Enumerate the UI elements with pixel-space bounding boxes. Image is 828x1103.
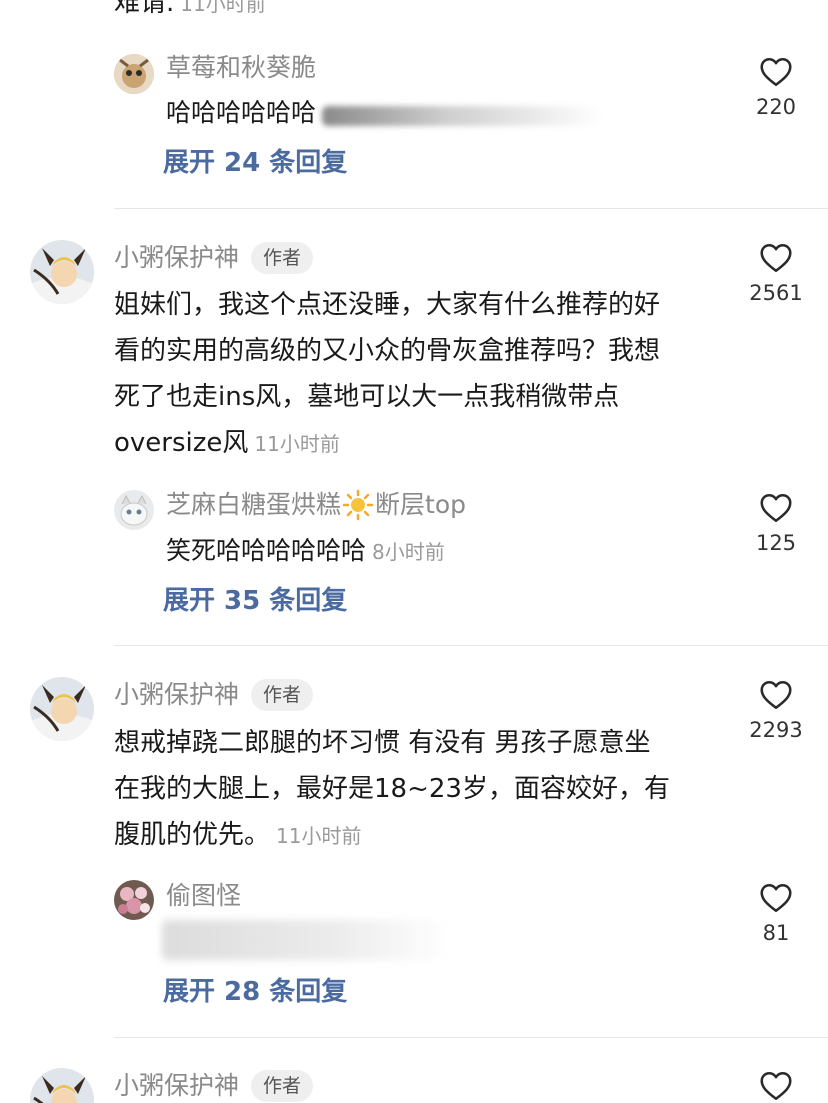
- expand-replies-link[interactable]: 展开 35 条回复: [163, 584, 347, 618]
- comment-username: 小粥保护神 作者: [114, 242, 314, 274]
- author-badge: 作者: [251, 1070, 314, 1102]
- reply-text: 笑死哈哈哈哈哈哈 8小时前: [166, 536, 445, 565]
- reply-username: 芝麻白糖蛋烘糕 断层top: [166, 489, 466, 521]
- expand-replies-link[interactable]: 展开 24 条回复: [163, 146, 347, 180]
- expand-replies-link[interactable]: 展开 28 条回复: [163, 975, 347, 1009]
- comment-text: 姐妹们，我这个点还没睡，大家有什么推荐的好 看的实用的高级的又小众的骨灰盒推荐吗…: [114, 290, 661, 458]
- heart-outline-icon: [758, 240, 794, 276]
- avatar[interactable]: [30, 240, 94, 304]
- avatar[interactable]: [114, 54, 154, 94]
- like-button[interactable]: 2293: [736, 677, 816, 743]
- blurred-image: [162, 920, 452, 960]
- heart-outline-icon: [758, 677, 794, 713]
- author-badge: 作者: [251, 242, 314, 274]
- heart-outline-icon: [758, 490, 794, 526]
- divider: [114, 208, 828, 209]
- reply-avatar-image: [114, 490, 154, 530]
- comment-text-partial: 难请. 11小时前: [114, 0, 266, 18]
- blurred-text: [322, 106, 602, 126]
- avatar[interactable]: [30, 677, 94, 741]
- heart-outline-icon: [758, 54, 794, 90]
- author-badge: 作者: [251, 679, 314, 711]
- author-avatar-image: [30, 677, 94, 741]
- like-button[interactable]: 125: [736, 490, 816, 556]
- like-button[interactable]: [736, 1068, 816, 1103]
- reply-username[interactable]: 偷图怪: [166, 880, 241, 912]
- comment-text: 想戒掉跷二郎腿的坏习惯 有没有 男孩子愿意坐 在我的大腿上，最好是18~23岁，…: [114, 728, 670, 850]
- author-avatar-image: [30, 1068, 94, 1103]
- reply-text: 哈哈哈哈哈哈: [166, 98, 317, 127]
- reply-avatar-image: [114, 880, 154, 920]
- reply-avatar-image: [114, 54, 154, 94]
- avatar[interactable]: [114, 880, 154, 920]
- reply-username[interactable]: 草莓和秋葵脆: [166, 52, 316, 84]
- author-avatar-image: [30, 240, 94, 304]
- comment-username: 小粥保护神 作者: [114, 679, 314, 711]
- heart-outline-icon: [758, 880, 794, 916]
- avatar[interactable]: [114, 490, 154, 530]
- divider: [114, 1037, 828, 1038]
- divider: [114, 645, 828, 646]
- like-button[interactable]: 81: [736, 880, 816, 946]
- avatar[interactable]: [30, 1068, 94, 1103]
- like-button[interactable]: 220: [736, 54, 816, 120]
- heart-outline-icon: [758, 1068, 794, 1103]
- sun-emoji-icon: [342, 489, 374, 521]
- like-button[interactable]: 2561: [736, 240, 816, 306]
- comment-username: 小粥保护神 作者: [114, 1070, 314, 1102]
